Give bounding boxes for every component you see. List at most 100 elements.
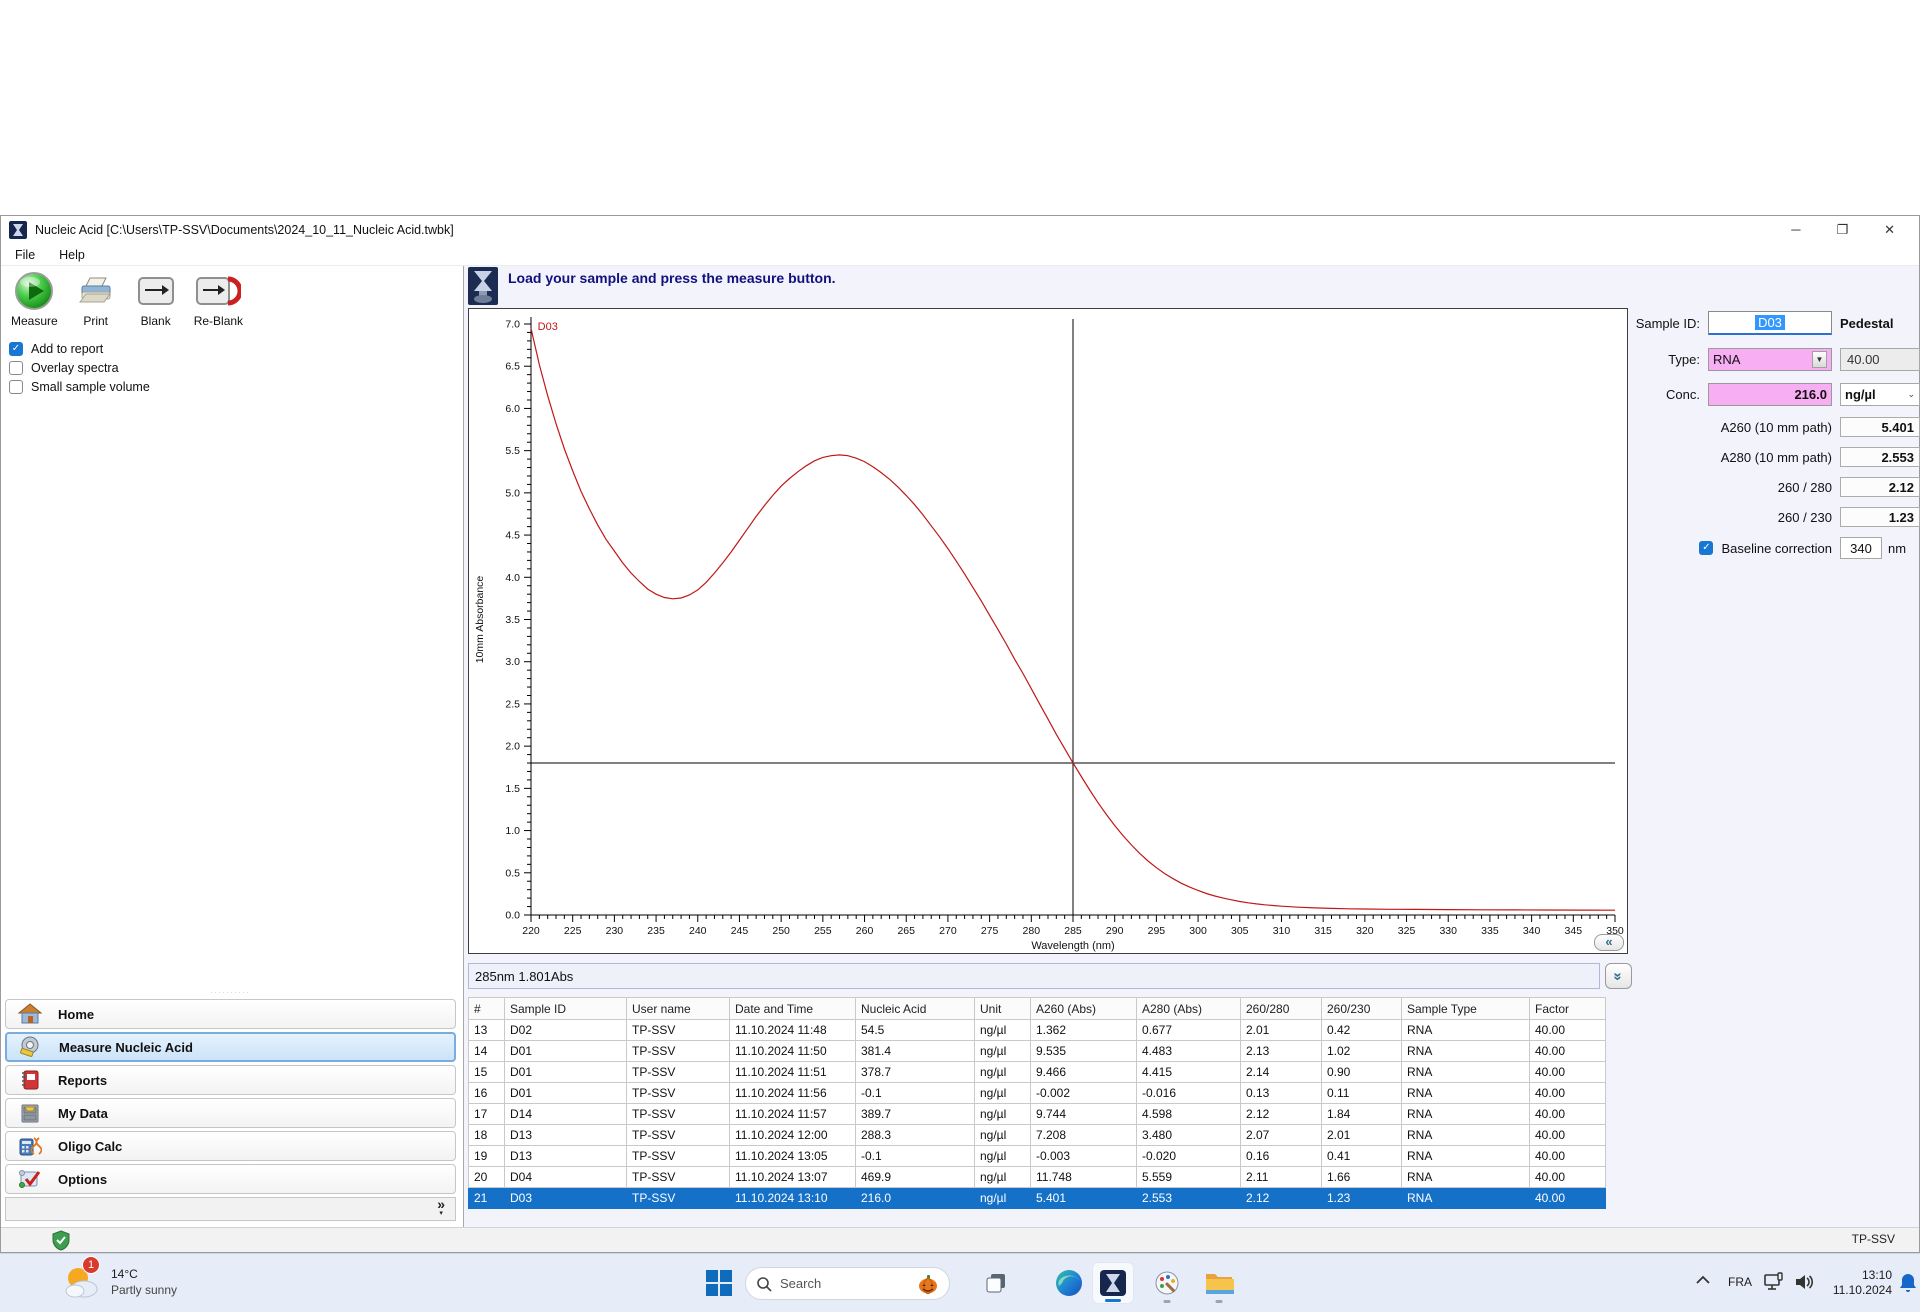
start-button[interactable] [698,1262,740,1304]
network-icon [1764,1272,1783,1290]
task-view-button[interactable] [975,1262,1017,1304]
table-cell: D03 [504,1187,627,1209]
volume-button[interactable] [1793,1272,1815,1292]
table-cell: 18 [468,1124,505,1146]
table-cell: D14 [504,1103,627,1125]
table-cell: TP-SSV [626,1103,730,1125]
table-cell: D04 [504,1166,627,1188]
print-button[interactable]: Print [74,270,118,328]
type-dropdown[interactable]: RNA ▼ [1708,348,1832,371]
tray-expand-button[interactable] [1695,1274,1711,1286]
table-cell: 40.00 [1529,1019,1606,1041]
spectrum-chart[interactable]: 220 225 230 235 240 245 250 255 260 265 270 275 280 2… [469,309,1627,953]
small-sample-volume-checkbox[interactable]: ✓ Small sample volume [9,380,453,394]
sidebar-item-reports[interactable]: Reports [5,1065,456,1095]
notification-center-button[interactable] [1898,1272,1918,1294]
menu-help[interactable]: Help [59,248,85,262]
table-row[interactable]: 13 D02 TP-SSV 11.10.2024 11:48 54.5 ng/µl 1.36… [468,1019,1606,1041]
main-content: Load your sample and press the measure b… [464,266,1920,1227]
ratio-260-230-label: 260 / 230 [1777,509,1832,525]
table-cell: TP-SSV [626,1145,730,1167]
taskbar-search[interactable]: Search [745,1267,950,1300]
svg-text:4.5: 4.5 [505,530,520,542]
minimize-button[interactable]: ─ [1791,222,1800,238]
table-cell: 3.480 [1136,1124,1241,1146]
a260-label: A260 (10 mm path) [1720,419,1832,435]
checkbox-icon: ✓ [1699,541,1714,555]
blank-button[interactable]: Blank [134,270,178,328]
table-row[interactable]: 21 D03 TP-SSV 11.10.2024 13:10 216.0 ng/µl 5.4… [468,1187,1606,1209]
readout-expand-button[interactable]: » [1605,963,1632,989]
table-cell: 2.11 [1240,1166,1322,1188]
sidebar-nav: ·········· Home Measure Nucleic Acid Rep… [5,990,456,1221]
column-header: Unit [974,997,1031,1020]
svg-text:315: 315 [1314,925,1332,937]
conc-unit-dropdown[interactable]: ng/µl ⌄ [1840,383,1920,406]
table-cell: 2.12 [1240,1103,1322,1125]
table-cell: ng/µl [974,1187,1031,1209]
sample-id-input[interactable]: D03 [1708,311,1832,335]
network-button[interactable] [1763,1271,1785,1293]
table-cell: 2.12 [1240,1187,1322,1209]
table-row[interactable]: 16 D01 TP-SSV 11.10.2024 11:56 -0.1 ng/µl -0.0… [468,1082,1606,1104]
left-panel: Measure Print Blank Re-Blank ✓ Add to re… [1,266,464,1227]
table-row[interactable]: 17 D14 TP-SSV 11.10.2024 11:57 389.7 ng/µl 9.7… [468,1103,1606,1125]
table-row[interactable]: 18 D13 TP-SSV 11.10.2024 12:00 288.3 ng/µl 7.2… [468,1124,1606,1146]
bell-icon [1900,1274,1916,1292]
sidebar-item-oligo-calc[interactable]: Oligo Calc [5,1131,456,1161]
title-bar: Nucleic Acid [C:\Users\TP-SSV\Documents\… [1,216,1919,244]
speaker-icon [1796,1275,1814,1289]
language-indicator[interactable]: FRA [1728,1275,1752,1289]
nanodrop-app-button[interactable] [1092,1262,1134,1304]
table-header-row: # Sample ID User name Date and Time Nucleic … [468,997,1606,1020]
table-row[interactable]: 15 D01 TP-SSV 11.10.2024 11:51 378.7 ng/µl 9.4… [468,1061,1606,1083]
add-to-report-checkbox[interactable]: ✓ Add to report [9,342,453,356]
svg-text:245: 245 [731,925,749,937]
column-header: Date and Time [729,997,856,1020]
chart-collapse-button[interactable]: « [1594,934,1624,951]
pumpkin-icon [919,1274,937,1294]
oligo-calc-icon [19,1137,42,1156]
table-cell: 0.42 [1321,1019,1402,1041]
sidebar-item-options[interactable]: Options [5,1164,456,1194]
maximize-button[interactable]: ❐ [1836,222,1848,238]
svg-text:2.0: 2.0 [505,741,520,753]
close-button[interactable]: ✕ [1884,222,1895,238]
table-row[interactable]: 14 D01 TP-SSV 11.10.2024 11:50 381.4 ng/µl 9.5… [468,1040,1606,1062]
notification-badge: 1 [82,1256,100,1274]
menu-bar: File Help [1,244,1919,266]
svg-text:305: 305 [1231,925,1249,937]
measure-tape-icon [20,1036,39,1057]
table-cell: 0.41 [1321,1145,1402,1167]
table-row[interactable]: 20 D04 TP-SSV 11.10.2024 13:07 469.9 ng/µl 11.… [468,1166,1606,1188]
measure-button[interactable]: Measure [11,270,58,328]
splitter-handle[interactable]: ·········· [5,990,456,999]
my-data-icon [21,1104,39,1123]
table-cell: 40.00 [1529,1124,1606,1146]
baseline-correction-checkbox[interactable]: ✓ Baseline correction [1632,541,1832,556]
sidebar-item-home[interactable]: Home [5,999,456,1029]
message-bar: Load your sample and press the measure b… [468,267,1919,307]
menu-file[interactable]: File [15,248,35,262]
sidebar-collapse-button[interactable]: » ▾ [5,1197,456,1221]
table-row[interactable]: 19 D13 TP-SSV 11.10.2024 13:05 -0.1 ng/µl -0.0… [468,1145,1606,1167]
results-table: # Sample ID User name Date and Time Nucleic … [468,997,1606,1209]
svg-text:260: 260 [856,925,874,937]
ratio-260-280-value: 2.12 [1840,477,1920,497]
svg-text:250: 250 [772,925,790,937]
active-app-indicator [1105,1299,1121,1302]
sidebar-item-my-data[interactable]: My Data [5,1098,456,1128]
baseline-wavelength-input[interactable]: 340 [1840,537,1882,559]
svg-text:3.5: 3.5 [505,614,520,626]
printer-icon [76,270,116,312]
edge-browser-button[interactable] [1048,1262,1090,1304]
table-cell: 16 [468,1082,505,1104]
table-cell: 7.208 [1030,1124,1137,1146]
file-explorer-button[interactable] [1198,1262,1240,1304]
paint-app-button[interactable] [1146,1262,1188,1304]
sidebar-item-measure-nucleic-acid[interactable]: Measure Nucleic Acid [5,1032,456,1062]
weather-widget[interactable]: 1 14°C Partly sunny [60,1256,177,1302]
clock-widget[interactable]: 13:10 11.10.2024 [1826,1268,1892,1298]
overlay-spectra-checkbox[interactable]: ✓ Overlay spectra [9,361,453,375]
reblank-button[interactable]: Re-Blank [194,270,243,328]
